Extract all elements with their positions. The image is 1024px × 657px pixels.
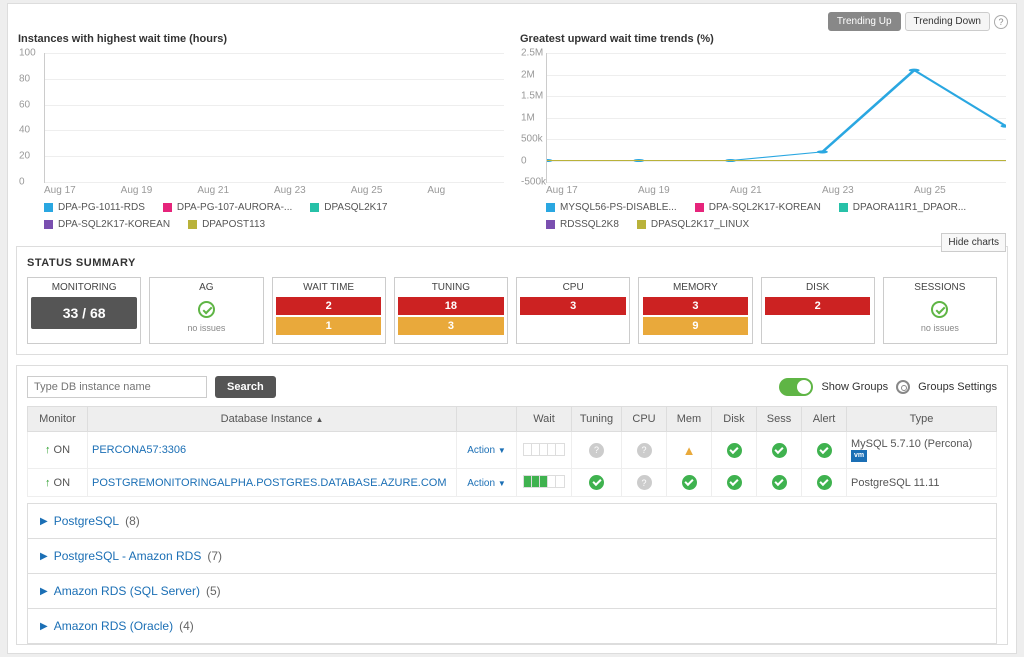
table-row: ↑ ON PERCONA57:3306 Action ▼ ?? ▲ MySQL 5… — [28, 432, 997, 469]
action-dropdown[interactable]: Action ▼ — [467, 478, 506, 489]
group-row[interactable]: ▶ Amazon RDS (Oracle)(4) — [27, 609, 997, 644]
table-row: ↑ ON POSTGREMONITORINGALPHA.POSTGRES.DAT… — [28, 469, 997, 497]
type-label: PostgreSQL 11.11 — [851, 477, 992, 489]
instance-link[interactable]: PERCONA57:3306 — [92, 444, 186, 456]
status-summary: STATUS SUMMARY MONITORING33 / 68AGno iss… — [16, 246, 1008, 355]
col-cpu[interactable]: CPU — [622, 407, 667, 432]
instance-link[interactable]: POSTGREMONITORINGALPHA.POSTGRES.DATABASE… — [92, 477, 447, 489]
ok-icon — [817, 475, 832, 490]
col-wait[interactable]: Wait — [517, 407, 572, 432]
unknown-icon: ? — [637, 475, 652, 490]
vm-icon: vm — [851, 450, 867, 462]
ok-icon — [682, 475, 697, 490]
col-mem[interactable]: Mem — [667, 407, 712, 432]
ok-icon — [817, 443, 832, 458]
arrow-up-icon: ↑ — [45, 477, 51, 489]
trending-down-button[interactable]: Trending Down — [905, 12, 990, 31]
col-disk[interactable]: Disk — [712, 407, 757, 432]
col-alert[interactable]: Alert — [802, 407, 847, 432]
col-sess[interactable]: Sess — [757, 407, 802, 432]
chart-title: Instances with highest wait time (hours) — [18, 33, 504, 45]
status-card[interactable]: MEMORY39 — [638, 277, 752, 344]
chevron-right-icon: ▶ — [40, 621, 48, 632]
ok-icon — [772, 443, 787, 458]
wait-bars — [523, 475, 565, 488]
ok-icon — [589, 475, 604, 490]
status-card[interactable]: WAIT TIME21 — [272, 277, 386, 344]
warning-icon: ▲ — [683, 443, 696, 458]
show-groups-label: Show Groups — [821, 381, 888, 393]
wait-time-chart: Instances with highest wait time (hours)… — [18, 33, 504, 230]
group-row[interactable]: ▶ Amazon RDS (SQL Server)(5) — [27, 574, 997, 609]
status-card[interactable]: MONITORING33 / 68 — [27, 277, 141, 344]
status-card[interactable]: TUNING183 — [394, 277, 508, 344]
groups-settings-link[interactable]: Groups Settings — [918, 381, 997, 393]
search-button[interactable]: Search — [215, 376, 276, 398]
col-monitor[interactable]: Monitor — [28, 407, 88, 432]
ok-icon — [727, 475, 742, 490]
action-dropdown[interactable]: Action ▼ — [467, 445, 506, 456]
status-card[interactable]: SESSIONSno issues — [883, 277, 997, 344]
help-icon[interactable]: ? — [994, 15, 1008, 29]
unknown-icon: ? — [637, 443, 652, 458]
col-type[interactable]: Type — [847, 407, 997, 432]
hide-charts-button[interactable]: Hide charts — [941, 233, 1006, 252]
col-tuning[interactable]: Tuning — [572, 407, 622, 432]
type-label: MySQL 5.7.10 (Percona) — [851, 438, 992, 450]
ok-icon — [727, 443, 742, 458]
status-card[interactable]: DISK2 — [761, 277, 875, 344]
search-input[interactable] — [27, 376, 207, 398]
unknown-icon: ? — [589, 443, 604, 458]
show-groups-toggle[interactable] — [779, 378, 813, 396]
group-row[interactable]: ▶ PostgreSQL - Amazon RDS(7) — [27, 539, 997, 574]
status-card[interactable]: AGno issues — [149, 277, 263, 344]
ok-icon — [772, 475, 787, 490]
monitor-state: ON — [54, 444, 71, 456]
chevron-right-icon: ▶ — [40, 551, 48, 562]
wait-bars — [523, 443, 565, 456]
chart-title: Greatest upward wait time trends (%) — [520, 33, 1006, 45]
trend-chart: Greatest upward wait time trends (%) -50… — [520, 33, 1006, 230]
gear-icon[interactable] — [896, 380, 910, 394]
arrow-up-icon: ↑ — [45, 444, 51, 456]
trending-up-button[interactable]: Trending Up — [828, 12, 901, 31]
status-heading: STATUS SUMMARY — [27, 257, 997, 269]
status-card[interactable]: CPU3 — [516, 277, 630, 344]
monitor-state: ON — [54, 477, 71, 489]
chevron-right-icon: ▶ — [40, 516, 48, 527]
group-row[interactable]: ▶ PostgreSQL(8) — [27, 503, 997, 539]
col-db[interactable]: Database Instance ▲ — [88, 407, 457, 432]
instances-table: Monitor Database Instance ▲ Wait Tuning … — [27, 406, 997, 497]
chevron-right-icon: ▶ — [40, 586, 48, 597]
